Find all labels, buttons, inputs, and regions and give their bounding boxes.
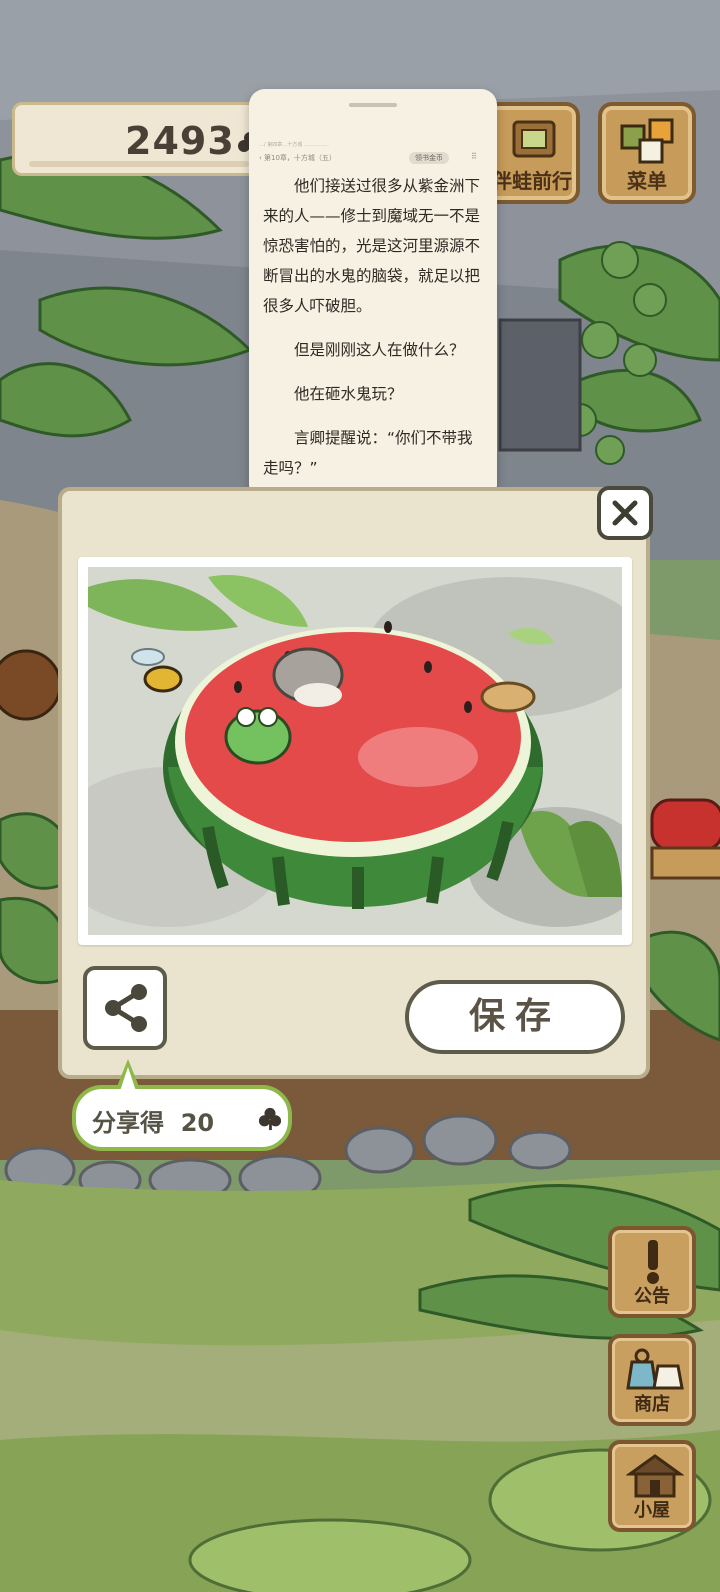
- novel-reader-popup[interactable]: …/ 第四章…十方城 …………… ‹ 第10章，十方城（五） 领书金币 ⠿ 他们…: [249, 89, 497, 501]
- share-reward-amount: 20: [180, 1109, 215, 1137]
- album-icon: [512, 120, 556, 158]
- menu-button[interactable]: 菜单: [598, 102, 696, 204]
- shop-bag-icon: [626, 1348, 684, 1390]
- menu-label: 菜单: [627, 169, 667, 193]
- tooltip-tail-inner: [120, 1067, 136, 1091]
- share-reward-label: 分享得: [92, 1109, 164, 1137]
- drag-handle[interactable]: [349, 103, 397, 107]
- paragraph: 他们接送过很多从紫金洲下来的人——修士到魔域无一不是惊恐害怕的，光是这河里源源不…: [263, 177, 481, 315]
- notice-button[interactable]: 公告: [608, 1226, 696, 1318]
- more-options-icon[interactable]: ⠿: [471, 152, 477, 161]
- shop-button[interactable]: 商店: [608, 1334, 696, 1426]
- clover-count: 2493: [125, 119, 235, 163]
- postcard-photo: [78, 557, 632, 945]
- close-icon: [612, 500, 638, 526]
- paragraph: 他在砸水鬼玩？: [294, 385, 403, 403]
- frog-journey-label: 伴蛙前行: [492, 169, 572, 193]
- notice-icon: [647, 1240, 659, 1284]
- frog-journey-button[interactable]: 伴蛙前行: [484, 102, 580, 204]
- house-icon: [626, 1454, 684, 1498]
- watermelon-picnic-image: [88, 567, 622, 935]
- share-reward-text: 分享得 20: [92, 1103, 214, 1138]
- paragraph: 言卿提醒说：“你们不带我走吗？”: [263, 429, 473, 477]
- reader-breadcrumb: …/ 第四章…十方城 ……………: [259, 142, 329, 148]
- counter-underline: [29, 161, 249, 167]
- menu-cards-icon: [620, 118, 674, 164]
- chapter-title[interactable]: ‹ 第10章，十方城（五）: [259, 153, 336, 163]
- reader-body: 他们接送过很多从紫金洲下来的人——修士到魔域无一不是惊恐害怕的，光是这河里源源不…: [263, 171, 487, 497]
- share-reward-tooltip: 分享得 20: [72, 1059, 292, 1151]
- save-button[interactable]: 保存: [405, 980, 625, 1054]
- clover-counter: 2493: [12, 102, 262, 176]
- share-button[interactable]: [83, 966, 167, 1050]
- paragraph: 但是刚刚这人在做什么？: [294, 341, 465, 359]
- house-label: 小屋: [634, 1500, 670, 1521]
- shop-label: 商店: [634, 1394, 670, 1415]
- clover-icon: [258, 1107, 282, 1131]
- house-button[interactable]: 小屋: [608, 1440, 696, 1532]
- share-icon: [105, 984, 147, 1032]
- notice-label: 公告: [634, 1286, 670, 1307]
- collect-coins-chip[interactable]: 领书金币: [409, 152, 449, 164]
- close-button[interactable]: [597, 486, 653, 540]
